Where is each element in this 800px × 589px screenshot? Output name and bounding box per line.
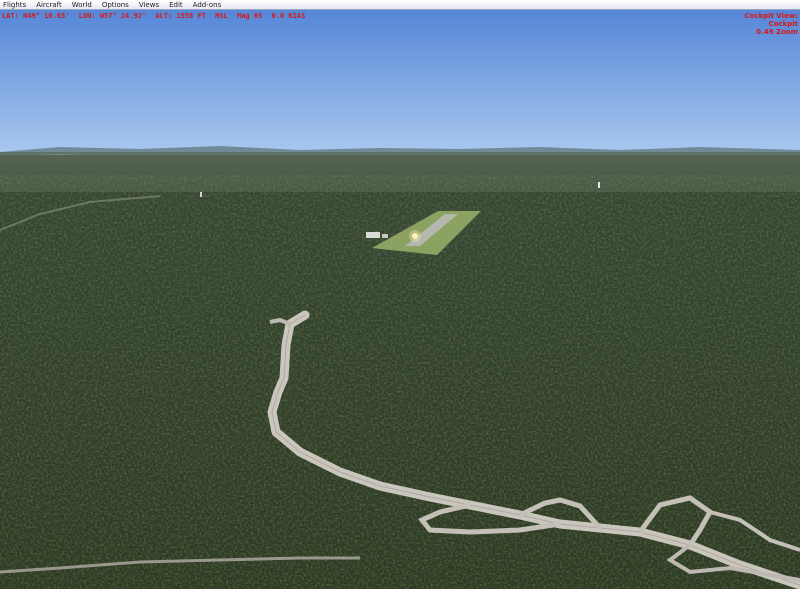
scenery-view[interactable]: [0, 0, 800, 589]
longitude-readout: LON: W57° 24.92': [78, 12, 147, 20]
horizon-haze: [0, 152, 800, 192]
menu-edit[interactable]: Edit: [169, 0, 183, 10]
menu-options[interactable]: Options: [102, 0, 129, 10]
zoom-label: 0.49 Zoom: [756, 28, 798, 36]
altitude-reference: MSL: [215, 12, 228, 20]
altitude-readout: ALT: 1558 FT: [155, 12, 206, 20]
simulator-viewport[interactable]: Flights Aircraft World Options Views Edi…: [0, 0, 800, 589]
distant-marker: [200, 192, 202, 197]
runway-light-glow: [409, 230, 421, 242]
view-info: Cockpit View: Cockpit 0.49 Zoom: [744, 12, 798, 36]
latitude-readout: LAT: N49° 10.65': [2, 12, 70, 20]
menu-bar: Flights Aircraft World Options Views Edi…: [0, 0, 800, 10]
airport-building: [382, 234, 388, 238]
menu-world[interactable]: World: [72, 0, 92, 10]
view-mode-label: Cockpit View:: [744, 12, 798, 20]
sky: [0, 0, 800, 152]
menu-addons[interactable]: Add-ons: [193, 0, 222, 10]
menu-aircraft[interactable]: Aircraft: [36, 0, 62, 10]
heading-readout: Mag 65: [236, 12, 263, 20]
position-readout: LAT: N49° 10.65' LON: W57° 24.92' ALT: 1…: [2, 12, 310, 20]
distant-marker: [598, 182, 600, 188]
airport-building: [366, 232, 380, 238]
view-submode-label: Cockpit: [768, 20, 798, 28]
menu-flights[interactable]: Flights: [3, 0, 26, 10]
menu-views[interactable]: Views: [139, 0, 159, 10]
airspeed-readout: 0.0 KIAS: [271, 12, 306, 20]
